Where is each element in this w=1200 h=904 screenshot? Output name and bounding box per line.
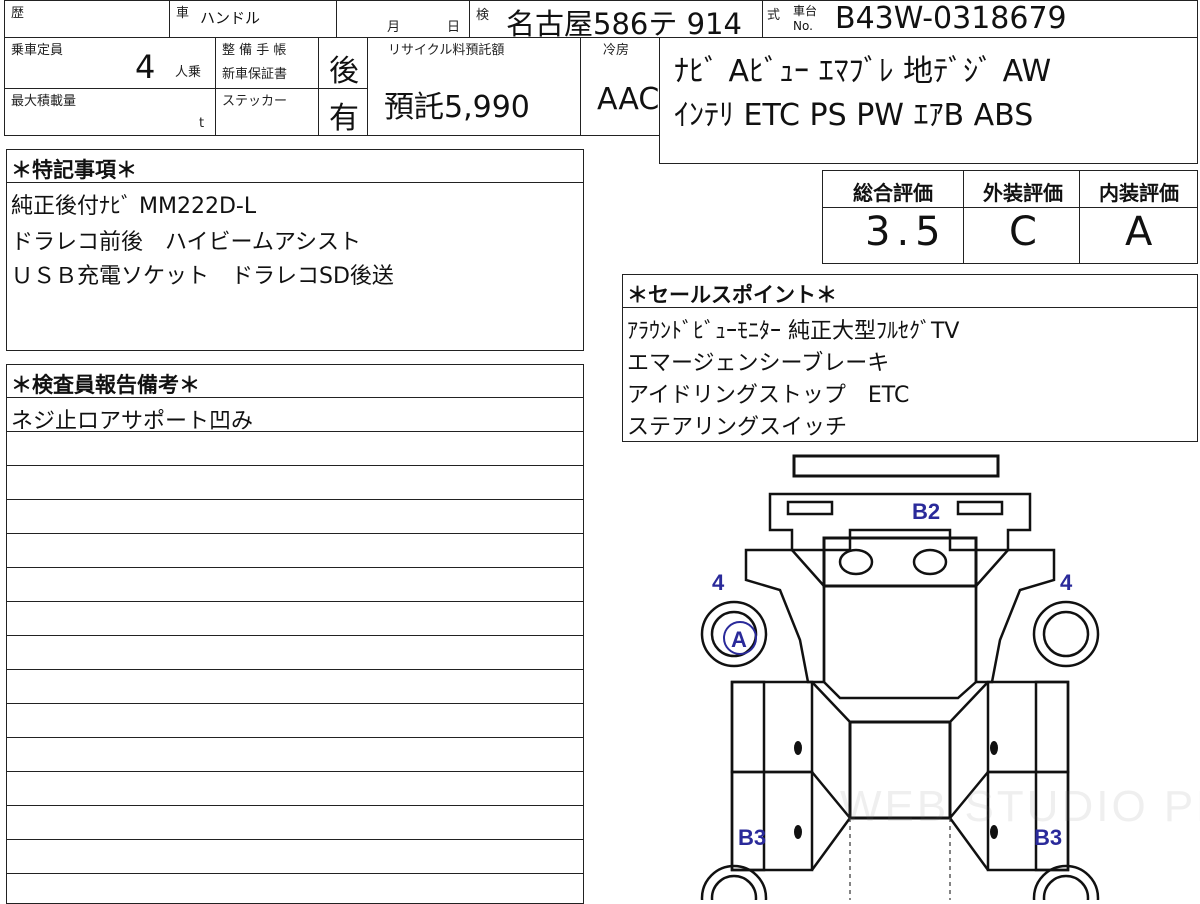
equipment-cell: ﾅﾋﾞ Aﾋﾞｭｰ ｴﾏﾌﾞﾚ 地ﾃﾞｼﾞ AW ｲﾝﾃﾘ ETC PS PW … (659, 37, 1198, 164)
door-front-left (730, 680, 814, 774)
recycle-label: リサイクル料預託額 (388, 43, 505, 58)
handle-label: ハンドル (200, 9, 261, 27)
capacity-value: 4 (135, 48, 156, 86)
sticker-value: 有 (329, 101, 359, 136)
sales-points-line-3: アイドリングストップ ETC (627, 383, 910, 408)
reki-label: 歴 (11, 6, 25, 21)
seibi-cell: 整 備 手 帳 新車保証書 (215, 37, 319, 89)
fender-left (744, 548, 826, 684)
header-chassis-cell: 式 車台 No. B43W-0318679 (762, 0, 1198, 38)
header-handle-cell: 車 ハンドル (169, 0, 337, 38)
door-front-right (986, 680, 1070, 774)
header-reki-cell: 歴 (4, 0, 170, 38)
sha-label: 車 (176, 6, 190, 21)
ken-label: 検 (476, 8, 490, 23)
interior-rating-label: 内装評価 (1099, 181, 1179, 205)
load-cell: 最大積載量 t (4, 88, 216, 136)
chassis-number: B43W-0318679 (835, 1, 1067, 36)
headlight-right (912, 548, 948, 576)
special-notes-line-2: ドラレコ前後 ハイビームアシスト (11, 230, 362, 255)
chassis-no-label-bottom: No. (793, 19, 813, 33)
overall-rating-label: 総合評価 (853, 181, 933, 205)
seibi-value: 後 (329, 54, 359, 89)
shiki-label: 式 (767, 8, 781, 23)
sales-points-box: ＊セールスポイント＊ ｱﾗｳﾝﾄﾞﾋﾞｭｰﾓﾆﾀｰ 純正大型ﾌﾙｾｸﾞTV エマ… (622, 274, 1198, 442)
inspector-notes-box: ＊検査員報告備考＊ ネジ止ロアサポート凹み (6, 364, 584, 904)
equipment-line-1: ﾅﾋﾞ Aﾋﾞｭｰ ｴﾏﾌﾞﾚ 地ﾃﾞｼﾞ AW (674, 54, 1052, 89)
capacity-cell: 乗車定員 4 人乗 (4, 37, 216, 89)
special-notes-line-3: ＵＳＢ充電ソケット ドラレコSD後送 (11, 264, 394, 289)
recycle-cell: リサイクル料預託額 預託5,990 (367, 37, 581, 136)
equipment-line-2: ｲﾝﾃﾘ ETC PS PW ｴｱB ABS (674, 98, 1034, 133)
special-notes-line-1: 純正後付ﾅﾋﾞ MM222D-L (11, 194, 257, 219)
aircon-cell: 冷房 AAC (580, 37, 660, 136)
door-rear-left (730, 770, 814, 872)
exterior-rating-value: C (1009, 209, 1037, 255)
engine-panel (822, 536, 978, 588)
interior-rating-value: A (1125, 209, 1153, 255)
load-unit: t (199, 116, 205, 131)
sales-points-line-1: ｱﾗｳﾝﾄﾞﾋﾞｭｰﾓﾆﾀｰ 純正大型ﾌﾙｾｸﾞTV (627, 319, 960, 344)
damage-mark-left-4: 4 (712, 570, 725, 595)
sticker-label: ステッカー (222, 94, 288, 109)
damage-mark-right-4: 4 (1060, 570, 1073, 595)
aircon-value: AAC (597, 82, 660, 117)
sales-points-line-2: エマージェンシーブレーキ (627, 351, 890, 376)
sales-points-title: ＊セールスポイント＊ (627, 283, 837, 307)
car-diagram: A B2 4 4 B3 B3 (700, 454, 1100, 900)
special-notes-title: ＊特記事項＊ (11, 158, 137, 182)
damage-mark-b2: B2 (912, 499, 940, 524)
sticker-value-cell: 有 (318, 88, 368, 136)
load-label: 最大積載量 (11, 94, 77, 109)
seibi-label: 整 備 手 帳 (222, 43, 287, 58)
header-date-cell: 月 日 (336, 0, 470, 38)
capacity-label: 乗車定員 (11, 43, 64, 58)
capacity-unit: 人乗 (175, 65, 202, 80)
exterior-rating-label: 外装評価 (983, 181, 1063, 205)
sales-points-line-4: ステアリングスイッチ (627, 415, 848, 440)
shinsha-label: 新車保証書 (222, 67, 288, 82)
recycle-value: 預託5,990 (384, 90, 530, 125)
fender-right (974, 548, 1056, 684)
inspector-notes-title: ＊検査員報告備考＊ (11, 373, 200, 397)
aircon-label: 冷房 (603, 43, 630, 58)
damage-mark-b3-left: B3 (738, 825, 766, 850)
header-plate-cell: 検 名古屋586テ 914 (469, 0, 763, 41)
seibi-value-cell: 後 (318, 37, 368, 89)
day-label: 日 (447, 20, 461, 35)
special-notes-box: ＊特記事項＊ 純正後付ﾅﾋﾞ MM222D-L ドラレコ前後 ハイビームアシスト… (6, 149, 584, 351)
overall-rating-value: 3.5 (865, 209, 947, 255)
chassis-no-label-top: 車台 (793, 4, 818, 18)
sticker-cell: ステッカー (215, 88, 319, 136)
front-bumper-bar (792, 454, 1000, 478)
month-label: 月 (387, 20, 401, 35)
watermark: WEB STUDIO PRO (840, 782, 1200, 831)
headlight-left (838, 548, 874, 576)
ratings-box: 総合評価 外装評価 内装評価 3.5 C A (822, 170, 1198, 264)
damage-mark-a: A (731, 627, 747, 652)
